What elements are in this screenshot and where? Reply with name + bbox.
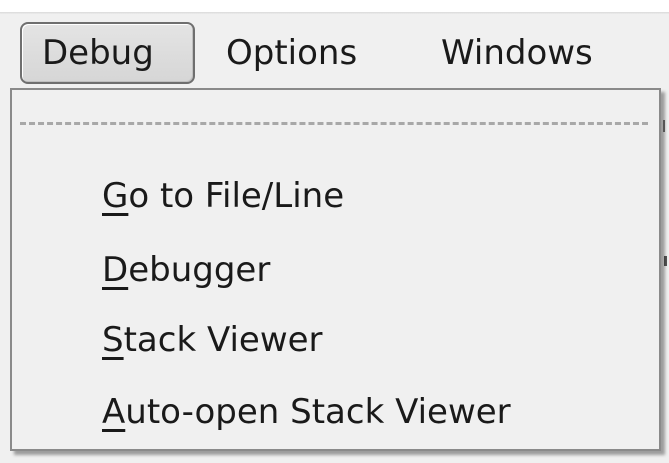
- mnemonic-letter: S: [102, 320, 124, 360]
- menu-item-label: uto-open Stack Viewer: [125, 392, 511, 432]
- menu-debug[interactable]: Debug: [20, 22, 195, 84]
- background-window-tick: [664, 256, 667, 266]
- background-window-tick: [663, 120, 665, 132]
- mnemonic-letter: G: [102, 176, 129, 216]
- menu-item-debugger[interactable]: Debugger: [102, 246, 270, 294]
- menu-item-stack-viewer[interactable]: Stack Viewer: [102, 316, 323, 364]
- menu-bar: Debug Options Windows: [0, 14, 669, 90]
- menu-item-go-to-file-line[interactable]: Go to File/Line: [102, 172, 344, 220]
- mnemonic-letter: A: [102, 392, 126, 432]
- mnemonic-letter: D: [102, 250, 129, 290]
- menu-windows[interactable]: Windows: [441, 22, 593, 84]
- menu-item-label: ebugger: [128, 250, 271, 290]
- menu-item-label: tack Viewer: [123, 320, 323, 360]
- menu-item-label: o to File/Line: [128, 176, 345, 216]
- menu-options[interactable]: Options: [226, 22, 357, 84]
- debug-menu-dropdown: Go to File/Line Debugger Stack Viewer Au…: [10, 88, 665, 451]
- tearoff-separator[interactable]: [20, 122, 648, 125]
- app-window: Debug Options Windows Go to File/Line De…: [0, 0, 669, 463]
- menu-item-auto-open-stack-viewer[interactable]: Auto-open Stack Viewer: [102, 388, 511, 436]
- window-top-edge: [0, 0, 669, 15]
